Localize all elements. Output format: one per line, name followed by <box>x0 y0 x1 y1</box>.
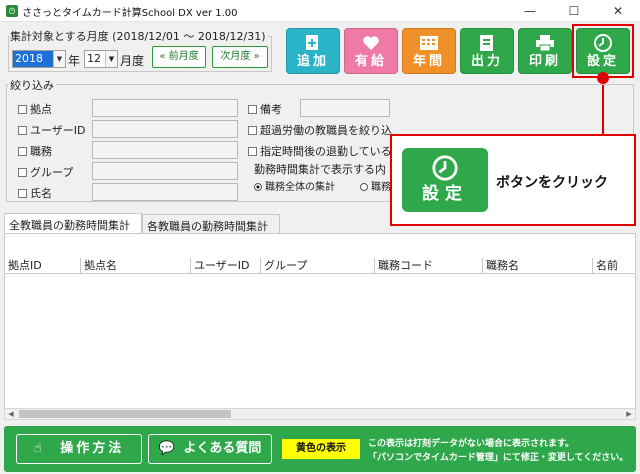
output-button[interactable]: 出力 <box>460 28 514 74</box>
year-unit: 年 <box>68 54 81 68</box>
print-button[interactable]: 印刷 <box>518 28 572 74</box>
column-header[interactable]: グループ <box>261 258 375 274</box>
name-field[interactable] <box>92 183 238 201</box>
summary-table: 拠点ID 拠点名 ユーザーID グループ 職務コード 職務名 名前 <box>4 233 636 417</box>
legend-note-line1: この表示は打刻データがない場合に表示されます。 <box>368 439 575 449</box>
maximize-button[interactable]: ☐ <box>552 0 596 22</box>
export-icon <box>461 29 513 53</box>
settings-highlight <box>572 24 634 78</box>
main-panel: 集計対象とする月度 (2018/12/01 〜 2018/12/31) 2018… <box>0 22 640 474</box>
position-label: 職務 <box>30 145 52 158</box>
faq-button[interactable]: 💬 よくある質問 <box>148 434 272 464</box>
manual-label: 操作方法 <box>60 441 125 456</box>
chevron-down-icon[interactable]: ▼ <box>53 51 65 67</box>
year-select[interactable]: 2018 ▼ <box>12 50 66 68</box>
column-header[interactable]: 拠点ID <box>5 258 81 274</box>
footer-bar: ☝ 操作方法 💬 よくある質問 黄色の表示 この表示は打刻データがない場合に表示… <box>4 426 636 472</box>
callout-text: ボタンをクリック <box>496 175 608 191</box>
next-month-button[interactable]: 次月度 » <box>212 46 268 68</box>
minimize-button[interactable]: — <box>508 0 552 22</box>
note-label: 備考 <box>260 103 282 116</box>
app-icon: ◷ <box>6 5 18 17</box>
name-label: 氏名 <box>30 187 52 200</box>
legend-note-line2: 「パソコンでタイムカード管理」にて修正・変更してください。 <box>368 453 629 463</box>
year-value: 2018 <box>15 52 43 65</box>
heart-icon <box>345 29 397 53</box>
group-field[interactable] <box>92 162 238 180</box>
tab-all-staff[interactable]: 全教職員の勤務時間集計 <box>4 213 142 234</box>
radio-all-positions[interactable]: 職務全体の集計 <box>254 178 335 193</box>
yellow-legend-tag: 黄色の表示 <box>282 439 360 459</box>
annual-label: 年間 <box>412 54 445 69</box>
radio-all-label: 職務全体の集計 <box>265 182 335 193</box>
radio-each-label: 職務 <box>371 182 391 193</box>
late-checkout-label: 指定時間後の退勤している <box>260 145 392 158</box>
callout-settings-label: 設定 <box>422 184 468 204</box>
annual-button[interactable]: 年間 <box>402 28 456 74</box>
window-title: ささっとタイムカード計算School DX ver 1.00 <box>22 8 238 19</box>
tab-each-staff[interactable]: 各教職員の勤務時間集計 <box>142 214 280 234</box>
paid-leave-button[interactable]: 有給 <box>344 28 398 74</box>
name-checkbox[interactable]: 氏名 <box>18 185 52 201</box>
note-field[interactable] <box>300 99 390 117</box>
add-label: 追加 <box>296 54 329 69</box>
overtime-label: 超過労働の教職員を絞り込 <box>260 124 392 137</box>
title-bar: ◷ ささっとタイムカード計算School DX ver 1.00 — ☐ ✕ <box>0 0 640 22</box>
period-group: 集計対象とする月度 (2018/12/01 〜 2018/12/31) 2018… <box>6 26 274 72</box>
branch-label: 拠点 <box>30 103 52 116</box>
period-label: 集計対象とする月度 (2018/12/01 〜 2018/12/31) <box>10 28 268 44</box>
user-id-field[interactable] <box>92 120 238 138</box>
group-label: グループ <box>30 166 74 179</box>
scrollbar-thumb[interactable] <box>19 410 231 418</box>
user-id-label: ユーザーID <box>30 124 86 137</box>
callout-dot <box>597 72 609 84</box>
close-button[interactable]: ✕ <box>596 0 640 22</box>
late-checkout-checkbox[interactable]: 指定時間後の退勤している <box>248 143 392 159</box>
filter-title: 絞り込み <box>8 77 56 93</box>
month-select[interactable]: 12 ▼ <box>84 50 118 68</box>
column-header[interactable]: 職務コード <box>375 258 483 274</box>
user-id-checkbox[interactable]: ユーザーID <box>18 122 86 138</box>
column-header[interactable]: 職務名 <box>483 258 593 274</box>
calendar-icon <box>403 29 455 53</box>
chat-bubble-icon: 💬 <box>158 441 175 456</box>
output-label: 出力 <box>470 54 503 69</box>
branch-checkbox[interactable]: 拠点 <box>18 101 52 117</box>
chevron-down-icon[interactable]: ▼ <box>105 51 117 67</box>
printer-icon <box>519 29 571 53</box>
scroll-left-icon[interactable]: ◀ <box>5 409 17 419</box>
overtime-checkbox[interactable]: 超過労働の教職員を絞り込 <box>248 122 392 138</box>
position-field[interactable] <box>92 141 238 159</box>
scroll-right-icon[interactable]: ▶ <box>623 409 635 419</box>
column-header[interactable]: 名前 <box>593 258 635 274</box>
faq-label: よくある質問 <box>183 441 262 456</box>
add-button[interactable]: 追加 <box>286 28 340 74</box>
hand-pointer-icon: ☝ <box>33 441 42 456</box>
table-header: 拠点ID 拠点名 ユーザーID グループ 職務コード 職務名 名前 <box>5 258 635 274</box>
callout-settings-button: 設定 <box>402 148 488 212</box>
group-checkbox[interactable]: グループ <box>18 164 73 180</box>
instruction-callout: 設定 ボタンをクリック <box>390 134 636 226</box>
column-header[interactable]: 拠点名 <box>81 258 191 274</box>
horizontal-scrollbar[interactable]: ◀ ▶ <box>4 408 636 420</box>
branch-field[interactable] <box>92 99 238 117</box>
month-unit: 月度 <box>120 54 145 68</box>
prev-month-button[interactable]: « 前月度 <box>152 46 206 68</box>
column-header[interactable]: ユーザーID <box>191 258 261 274</box>
note-checkbox[interactable]: 備考 <box>248 101 282 117</box>
print-label: 印刷 <box>528 54 561 69</box>
month-value: 12 <box>87 52 101 65</box>
position-checkbox[interactable]: 職務 <box>18 143 52 159</box>
clock-icon <box>402 148 488 182</box>
paid-leave-label: 有給 <box>354 54 387 69</box>
manual-button[interactable]: ☝ 操作方法 <box>16 434 142 464</box>
add-document-icon <box>287 29 339 53</box>
display-mode-label: 勤務時間集計で表示する内 <box>254 163 386 176</box>
radio-each-position[interactable]: 職務 <box>360 178 391 193</box>
